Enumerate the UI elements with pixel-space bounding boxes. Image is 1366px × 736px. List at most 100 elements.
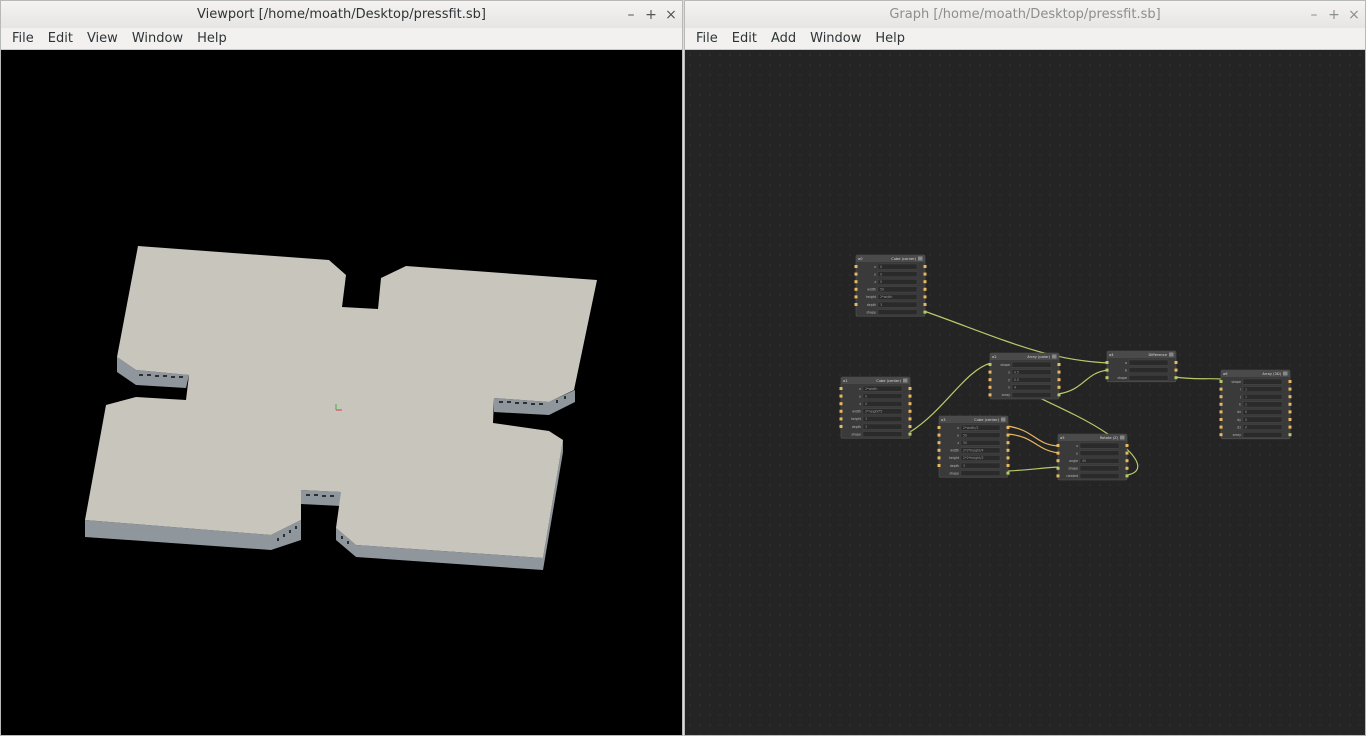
maximize-icon[interactable]: + <box>644 8 658 22</box>
input-port-icon[interactable] <box>1056 451 1060 455</box>
input-port-icon[interactable] <box>839 425 843 428</box>
output-port-icon[interactable] <box>1288 418 1292 421</box>
input-port-icon[interactable] <box>854 265 858 268</box>
node-graph[interactable]: a0 Cube (corner)x 0y 0z 0width 50height 2*widt… <box>685 50 1365 736</box>
input-port-icon[interactable] <box>1219 410 1223 414</box>
input-port-icon[interactable] <box>839 402 843 406</box>
output-port-icon[interactable] <box>1057 370 1061 374</box>
port-field[interactable] <box>960 470 1001 477</box>
input-port-icon[interactable] <box>1056 459 1060 463</box>
viewport-canvas[interactable] <box>1 50 682 735</box>
output-port-icon[interactable] <box>908 409 912 413</box>
output-port-icon[interactable] <box>1125 451 1129 455</box>
port-field[interactable] <box>1011 392 1052 398</box>
port-field[interactable] <box>1242 432 1283 438</box>
output-port-icon[interactable] <box>1125 474 1129 478</box>
output-port-icon[interactable] <box>923 303 927 306</box>
menu-window[interactable]: Window <box>803 31 868 46</box>
output-port-icon[interactable] <box>1057 393 1061 397</box>
output-port-icon[interactable] <box>1006 448 1010 452</box>
minimize-icon[interactable]: – <box>1307 8 1321 22</box>
menu-help[interactable]: Help <box>190 31 234 46</box>
input-port-icon[interactable] <box>839 417 843 421</box>
port-field[interactable] <box>1011 361 1052 368</box>
output-port-icon[interactable] <box>908 402 912 406</box>
input-port-icon[interactable] <box>988 393 992 397</box>
output-port-icon[interactable] <box>1006 426 1010 429</box>
port-field[interactable] <box>862 423 903 430</box>
input-port-icon[interactable] <box>1105 361 1109 364</box>
input-port-icon[interactable] <box>1219 433 1223 437</box>
port-field[interactable] <box>877 309 918 316</box>
output-port-icon[interactable] <box>908 432 912 436</box>
input-port-icon[interactable] <box>988 363 992 366</box>
output-port-icon[interactable] <box>1288 387 1292 391</box>
port-field[interactable] <box>1242 394 1283 400</box>
port-field[interactable] <box>1128 367 1169 374</box>
output-port-icon[interactable] <box>1288 425 1292 429</box>
port-field[interactable] <box>877 263 918 270</box>
graph-canvas[interactable]: a0 Cube (corner) x 0 y 0 z 0 width 50 height 2*widt… <box>685 50 1365 735</box>
close-icon[interactable]: × <box>664 8 678 22</box>
port-field[interactable] <box>862 416 903 422</box>
output-port-icon[interactable] <box>1006 441 1010 445</box>
output-port-icon[interactable] <box>1125 466 1129 470</box>
output-port-icon[interactable] <box>1288 380 1292 383</box>
output-port-icon[interactable] <box>1174 361 1178 364</box>
port-field[interactable] <box>877 301 918 308</box>
input-port-icon[interactable] <box>937 426 941 429</box>
output-port-icon[interactable] <box>1006 456 1010 460</box>
node-a3[interactable]: a3 Cube (center)x 2*width/2y 50z 50width 2*2*… <box>937 415 1010 478</box>
port-field[interactable] <box>1128 375 1169 381</box>
menu-help[interactable]: Help <box>868 31 912 46</box>
output-port-icon[interactable] <box>1288 402 1292 406</box>
node-a5[interactable]: a5 Rotate (Z) xy angle 45 shape rotated <box>1056 433 1129 481</box>
port-field[interactable] <box>1242 401 1283 408</box>
minimize-icon[interactable]: – <box>624 8 638 22</box>
port-field[interactable] <box>1242 378 1283 385</box>
output-port-icon[interactable] <box>1057 363 1061 366</box>
maximize-icon[interactable]: + <box>1327 8 1341 22</box>
input-port-icon[interactable] <box>839 387 843 390</box>
viewport-titlebar[interactable]: Viewport [/home/moath/Desktop/pressfit.s… <box>1 1 682 28</box>
node-menu-icon[interactable] <box>1120 435 1125 440</box>
output-port-icon[interactable] <box>923 272 927 276</box>
menu-window[interactable]: Window <box>125 31 190 46</box>
output-port-icon[interactable] <box>923 310 927 314</box>
port-field[interactable] <box>1242 416 1283 423</box>
input-port-icon[interactable] <box>937 433 941 437</box>
viewport-3d-scene[interactable] <box>1 50 682 736</box>
port-field[interactable] <box>1242 386 1283 393</box>
input-port-icon[interactable] <box>1056 466 1060 470</box>
output-port-icon[interactable] <box>923 287 927 291</box>
menu-edit[interactable]: Edit <box>725 31 764 46</box>
input-port-icon[interactable] <box>1219 380 1223 383</box>
input-port-icon[interactable] <box>1219 425 1223 429</box>
input-port-icon[interactable] <box>1219 387 1223 391</box>
port-field[interactable] <box>862 393 903 400</box>
input-port-icon[interactable] <box>839 409 843 413</box>
output-port-icon[interactable] <box>908 387 912 390</box>
input-port-icon[interactable] <box>1219 418 1223 421</box>
menu-add[interactable]: Add <box>764 31 803 46</box>
output-port-icon[interactable] <box>1288 433 1292 437</box>
port-field[interactable] <box>1128 359 1169 366</box>
output-port-icon[interactable] <box>1006 471 1010 475</box>
port-field[interactable] <box>1011 384 1052 391</box>
input-port-icon[interactable] <box>854 272 858 276</box>
node-menu-icon[interactable] <box>1283 371 1288 376</box>
input-port-icon[interactable] <box>839 394 843 398</box>
output-port-icon[interactable] <box>1006 433 1010 437</box>
input-port-icon[interactable] <box>1105 376 1109 380</box>
input-port-icon[interactable] <box>937 448 941 452</box>
node-a0[interactable]: a0 Cube (corner)x 0y 0z 0width 50height 2*widt… <box>854 254 927 317</box>
input-port-icon[interactable] <box>937 441 941 445</box>
input-port-icon[interactable] <box>988 370 992 374</box>
input-port-icon[interactable] <box>1056 444 1060 447</box>
output-port-icon[interactable] <box>1057 385 1061 389</box>
output-port-icon[interactable] <box>923 295 927 299</box>
input-port-icon[interactable] <box>1219 402 1223 406</box>
output-port-icon[interactable] <box>1288 410 1292 414</box>
input-port-icon[interactable] <box>854 280 858 284</box>
graph-titlebar[interactable]: Graph [/home/moath/Desktop/pressfit.sb] … <box>685 1 1365 28</box>
